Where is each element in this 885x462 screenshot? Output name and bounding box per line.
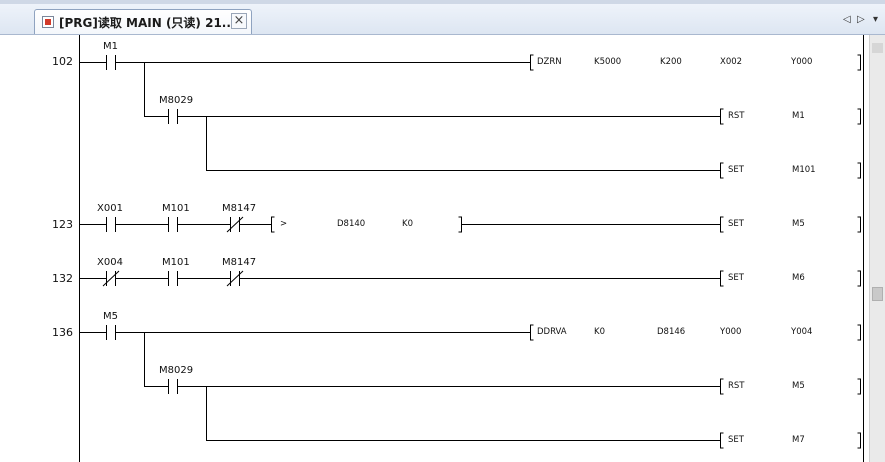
contact-no[interactable] — [168, 109, 178, 124]
contact-no[interactable] — [106, 55, 116, 70]
instruction-bracket-close — [857, 216, 861, 233]
instruction-operand: Y000 — [719, 327, 741, 337]
instruction-operand: K5000 — [594, 57, 621, 67]
contact-label: M8029 — [159, 95, 193, 106]
contact-no[interactable] — [168, 217, 178, 232]
instruction-name[interactable]: RST — [728, 111, 745, 121]
instruction-bracket-close — [857, 162, 861, 179]
instruction-name[interactable]: SET — [728, 435, 745, 445]
step-number: 132 — [52, 272, 73, 285]
contact-no[interactable] — [168, 379, 178, 394]
instruction-operand: Y004 — [790, 327, 812, 337]
contact-label: M8029 — [159, 365, 193, 376]
instruction-bracket-open — [530, 324, 534, 341]
instruction-bracket-open — [530, 54, 534, 71]
vertical-scrollbar[interactable] — [869, 35, 885, 462]
instruction-bracket-open — [720, 270, 724, 287]
contact-label: X001 — [97, 203, 123, 214]
contact-label: M8147 — [222, 257, 256, 268]
instruction-bracket-close — [857, 270, 861, 287]
instruction-name[interactable]: RST — [728, 381, 745, 391]
instruction-operand: K0 — [594, 327, 605, 337]
instruction-bracket-open — [720, 432, 724, 449]
instruction-operand: D8140 — [337, 219, 365, 229]
instruction-operand: K200 — [660, 57, 682, 67]
instruction-bracket-open — [720, 108, 724, 125]
instruction-operand: X002 — [720, 57, 742, 67]
step-number: 136 — [52, 326, 73, 339]
instruction-operand: Y000 — [790, 57, 812, 67]
instruction-operand: D8146 — [657, 327, 685, 337]
scrollbar-track-top — [872, 43, 883, 53]
instruction-operand: M1 — [792, 111, 805, 121]
instruction-operand: K0 — [402, 219, 413, 229]
contact-label: M101 — [162, 257, 190, 268]
instruction-operand: M5 — [792, 219, 805, 229]
instruction-operand: M7 — [792, 435, 805, 445]
instruction-bracket-close — [857, 432, 861, 449]
instruction-operand: M5 — [792, 381, 805, 391]
instruction-operand: M101 — [792, 165, 816, 175]
instruction-operand: M6 — [792, 273, 805, 283]
compare-operator[interactable]: > — [280, 219, 287, 229]
ladder-diagram: 102 123 132 136 M1 DZRN K5000 K200 X002 … — [52, 35, 864, 462]
contact-label: M5 — [103, 311, 118, 322]
contact-label: M1 — [103, 41, 118, 52]
contact-label: M8147 — [222, 203, 256, 214]
instruction-name[interactable]: DDRVA — [537, 327, 567, 337]
instruction-bracket-close — [458, 216, 462, 233]
step-number: 102 — [52, 55, 73, 68]
instruction-bracket-open — [720, 378, 724, 395]
contact-label: M101 — [162, 203, 190, 214]
step-number: 123 — [52, 218, 73, 231]
contact-no[interactable] — [106, 325, 116, 340]
instruction-bracket-close — [857, 54, 861, 71]
contact-no[interactable] — [168, 271, 178, 286]
contact-label: X004 — [97, 257, 123, 268]
instruction-bracket-close — [857, 324, 861, 341]
instruction-name[interactable]: SET — [728, 165, 745, 175]
instruction-bracket-open — [271, 216, 275, 233]
instruction-bracket-close — [857, 108, 861, 125]
instruction-name[interactable]: SET — [728, 219, 745, 229]
instruction-bracket-open — [720, 216, 724, 233]
instruction-bracket-close — [857, 378, 861, 395]
scrollbar-thumb[interactable] — [872, 287, 883, 301]
instruction-name[interactable]: DZRN — [537, 57, 562, 67]
instruction-name[interactable]: SET — [728, 273, 745, 283]
instruction-bracket-open — [720, 162, 724, 179]
contact-no[interactable] — [106, 217, 116, 232]
